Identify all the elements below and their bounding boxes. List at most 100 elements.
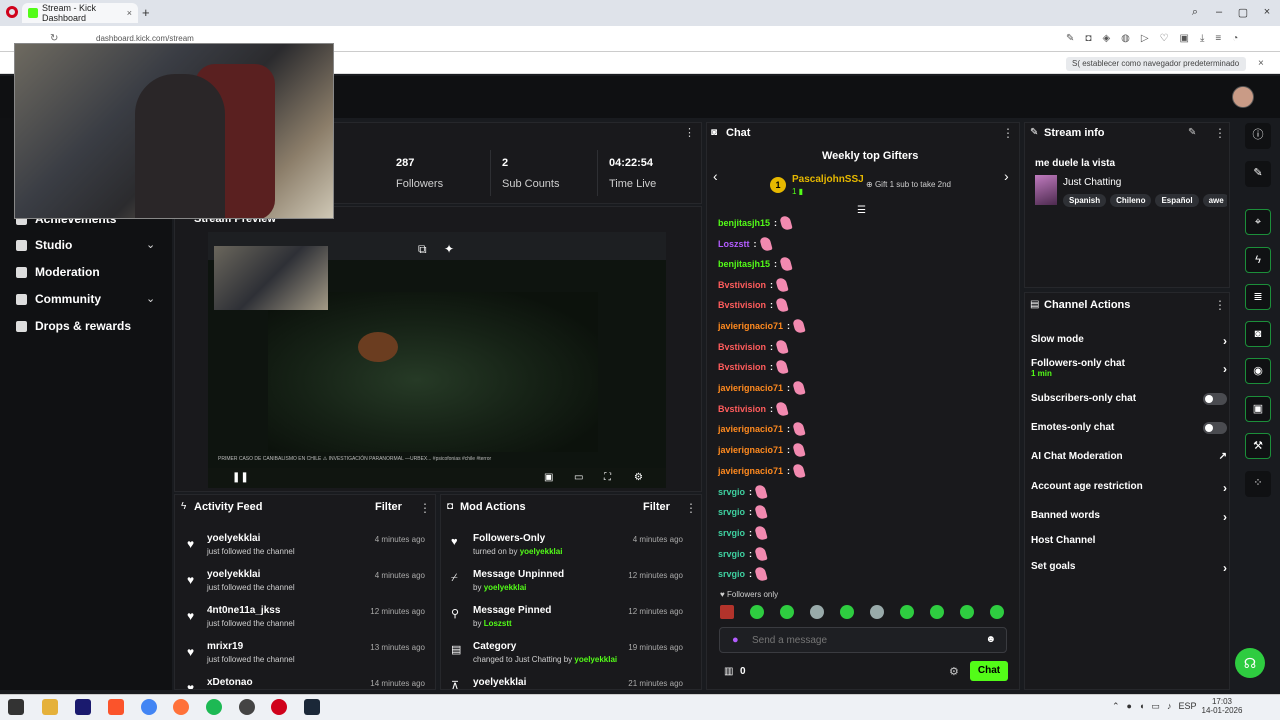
top-gifter-name[interactable]: PascaljohnSSJ xyxy=(792,174,864,185)
chat-username[interactable]: srvgio xyxy=(718,507,745,517)
mod-action-user[interactable]: yoelyekklai xyxy=(574,655,617,664)
camera-icon[interactable]: ◘ xyxy=(1085,33,1091,44)
chevron-left-icon[interactable]: ‹ xyxy=(713,168,718,184)
host-channel-row[interactable]: Host Channel xyxy=(1031,535,1227,546)
emote-icon[interactable] xyxy=(990,605,1004,619)
emote-icon[interactable] xyxy=(750,605,764,619)
chat-username[interactable]: javierignacio71 xyxy=(718,466,783,476)
support-icon[interactable]: ☊ xyxy=(1235,648,1265,678)
subscribers-only-toggle[interactable] xyxy=(1203,393,1227,405)
emote-icon[interactable] xyxy=(720,605,734,619)
fullscreen-icon[interactable]: ⛶ xyxy=(604,472,611,483)
close-window-button[interactable]: × xyxy=(1258,6,1276,19)
menu-icon[interactable]: ≡ xyxy=(1215,33,1221,44)
chat-username[interactable]: Bvstivision xyxy=(718,342,766,352)
premiere-icon[interactable] xyxy=(75,699,91,715)
send-chat-button[interactable]: Chat xyxy=(970,661,1008,681)
more-options-icon[interactable]: ⋮ xyxy=(1002,126,1014,140)
keyboard-language[interactable]: ESP xyxy=(1178,701,1196,712)
edit-icon[interactable]: ✎ xyxy=(1188,127,1196,138)
opera-logo-icon[interactable] xyxy=(6,6,18,18)
edit-icon[interactable]: ✎ xyxy=(1245,161,1271,187)
search-tabs-icon[interactable]: ⌕ xyxy=(1186,6,1204,19)
broadcast-icon[interactable]: ◉ xyxy=(1245,358,1271,384)
tag[interactable]: Chileno xyxy=(1110,194,1152,207)
mod-action-user[interactable]: yoelyekklai xyxy=(520,547,563,556)
shield-icon[interactable]: ◈ xyxy=(1102,33,1110,44)
chat-username[interactable]: benjitasjh15 xyxy=(718,259,770,269)
chat-username[interactable]: srvgio xyxy=(718,487,745,497)
close-infobar-icon[interactable]: × xyxy=(1258,58,1264,69)
windows-start-icon[interactable] xyxy=(8,699,24,715)
mic-icon[interactable]: ● xyxy=(732,634,739,646)
account-age-row[interactable]: Account age restriction › xyxy=(1031,481,1227,495)
emote-icon[interactable] xyxy=(870,605,884,619)
gift-hint[interactable]: ⊕ Gift 1 sub to take 2nd xyxy=(866,180,951,189)
mod-action-user[interactable]: yoelyekklai xyxy=(484,583,527,592)
tray-volume-icon[interactable]: ♪ xyxy=(1167,701,1172,712)
pip-icon[interactable]: ▣ xyxy=(544,472,553,483)
activity-user[interactable]: 4nt0ne11a_jkss xyxy=(207,605,280,616)
heart-icon[interactable]: ♡ xyxy=(1160,33,1169,44)
set-default-browser-button[interactable]: S( establecer como navegador predetermin… xyxy=(1066,57,1246,71)
wrench-icon[interactable]: ⚒ xyxy=(1245,433,1271,459)
mod-action-title[interactable]: yoelyekklai xyxy=(473,677,526,688)
user-icon[interactable]: ◔ xyxy=(1232,33,1238,44)
activity-user[interactable]: mrixr19 xyxy=(207,641,243,652)
vpn-icon[interactable]: ◍ xyxy=(1121,33,1130,44)
followers-only-row[interactable]: Followers-only chat 1 min › xyxy=(1031,358,1227,378)
sparkle-icon[interactable]: ✦ xyxy=(444,242,454,256)
opera-icon[interactable] xyxy=(271,699,287,715)
maximize-button[interactable]: ▢ xyxy=(1234,6,1252,19)
filter-button[interactable]: Filter xyxy=(375,501,402,513)
chat-username[interactable]: srvgio xyxy=(718,569,745,579)
more-options-icon[interactable]: ⋮ xyxy=(1214,126,1226,140)
tray-speaker-icon[interactable]: ◖ xyxy=(1139,701,1144,712)
more-options-icon[interactable]: ⋮ xyxy=(685,501,697,515)
chat-username[interactable]: Loszstt xyxy=(718,239,750,249)
tray-network-icon[interactable]: ▭ xyxy=(1151,701,1160,712)
minimize-button[interactable]: – xyxy=(1210,6,1228,19)
emote-icon[interactable] xyxy=(810,605,824,619)
sidebar-item-drops-rewards[interactable]: Drops & rewards xyxy=(16,319,131,333)
chevron-down-icon[interactable]: ⌄ xyxy=(146,238,155,251)
info-icon[interactable]: ⓘ xyxy=(1245,123,1271,149)
emote-icon[interactable] xyxy=(840,605,854,619)
emote-icon[interactable] xyxy=(780,605,794,619)
chat-username[interactable]: Bvstivision xyxy=(718,362,766,372)
chat-username[interactable]: javierignacio71 xyxy=(718,445,783,455)
clock[interactable]: 17:03 14-01-2026 xyxy=(1200,697,1244,715)
steam-icon[interactable] xyxy=(304,699,320,715)
stream-preview-video[interactable]: PRIMER CASO DE CANIBALISMO EN CHILE ⚠ IN… xyxy=(208,232,666,488)
chat-username[interactable]: Bvstivision xyxy=(718,280,766,290)
expand-icon[interactable]: ☰ xyxy=(857,205,866,216)
new-tab-button[interactable]: + xyxy=(142,5,150,20)
category-thumbnail[interactable] xyxy=(1035,175,1057,205)
cube-icon[interactable]: ▣ xyxy=(1180,33,1189,44)
emote-icon[interactable] xyxy=(930,605,944,619)
chat-username[interactable]: srvgio xyxy=(718,528,745,538)
chat-username[interactable]: benjitasjh15 xyxy=(718,218,770,228)
chat-bubble-icon[interactable]: ◙ xyxy=(1245,321,1271,347)
edit-icon[interactable]: ✎ xyxy=(1066,33,1074,44)
chat-username[interactable]: Bvstivision xyxy=(718,300,766,310)
more-options-icon[interactable]: ⋮ xyxy=(1214,298,1226,312)
tray-chevron-icon[interactable]: ⌃ xyxy=(1112,701,1120,712)
user-avatar[interactable] xyxy=(1232,86,1254,108)
spotify-icon[interactable] xyxy=(206,699,222,715)
sidebar-item-moderation[interactable]: Moderation xyxy=(16,265,100,279)
tray-mic-icon[interactable]: ● xyxy=(1127,701,1132,712)
theater-icon[interactable]: ▭ xyxy=(574,472,583,483)
scan-icon[interactable]: ⌖ xyxy=(1245,209,1271,235)
filter-button[interactable]: Filter xyxy=(643,501,670,513)
chrome-icon[interactable] xyxy=(141,699,157,715)
close-tab-icon[interactable]: × xyxy=(127,8,132,18)
lightning-icon[interactable]: ϟ xyxy=(1245,247,1271,273)
emote-icon[interactable] xyxy=(900,605,914,619)
more-options-icon[interactable]: ⋮ xyxy=(684,126,695,139)
mod-action-user[interactable]: Loszstt xyxy=(484,619,512,628)
dots-icon[interactable]: ⁘ xyxy=(1245,471,1271,497)
points-icon[interactable]: ▥ xyxy=(724,666,733,677)
brave-icon[interactable] xyxy=(108,699,124,715)
emoji-icon[interactable]: ☻ xyxy=(985,634,996,645)
